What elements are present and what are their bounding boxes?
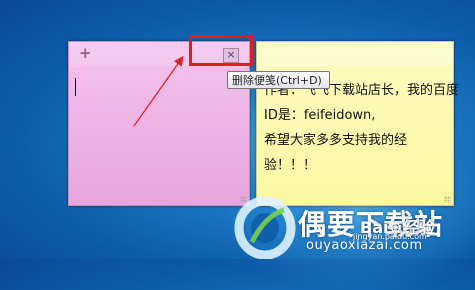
site-logo-icon <box>234 196 296 259</box>
tooltip: 删除便笺(Ctrl+D) <box>227 71 330 89</box>
site-watermark-url: ouyaoxiazai.com <box>306 238 423 253</box>
